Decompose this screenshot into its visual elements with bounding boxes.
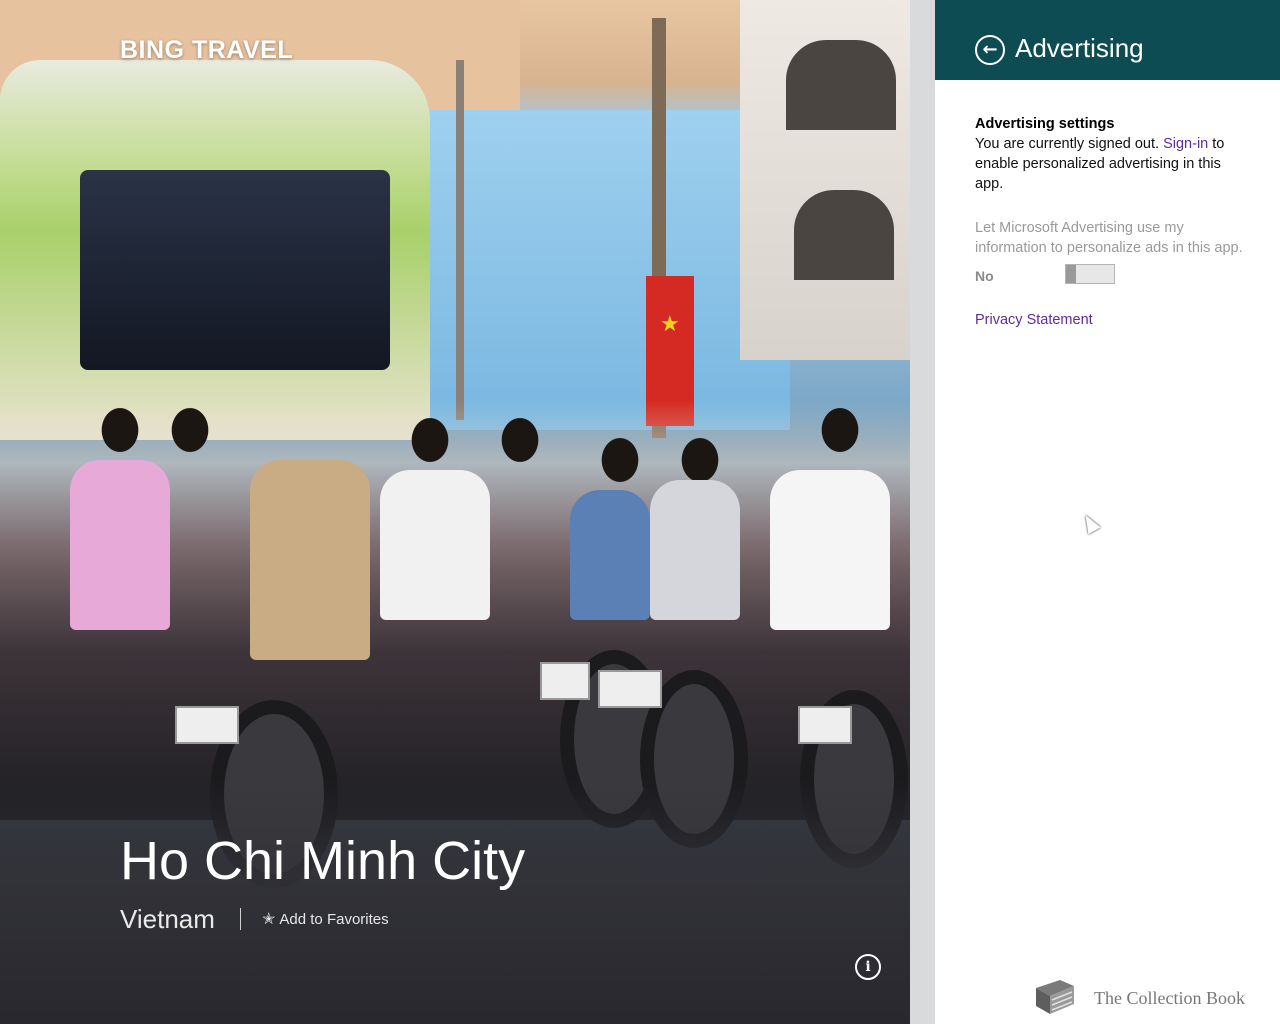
city-title: Ho Chi Minh City	[120, 831, 526, 891]
book-icon	[1036, 980, 1074, 1014]
personalize-ads-toggle[interactable]	[1065, 264, 1115, 284]
privacy-statement-link[interactable]: Privacy Statement	[975, 310, 1245, 330]
sign-in-link[interactable]: Sign-in	[1163, 136, 1208, 152]
add-to-favorites-button[interactable]: ✭ Add to Favorites	[262, 909, 389, 929]
flyout-header: ← Advertising	[935, 0, 1280, 80]
bus	[0, 60, 430, 440]
road	[0, 780, 910, 1024]
toggle-state-label: No	[975, 268, 994, 284]
divider	[240, 908, 241, 930]
settings-flyout: ← Advertising Advertising settings You a…	[935, 0, 1280, 1024]
advertising-settings-panel: Advertising settings You are currently s…	[975, 114, 1245, 330]
watermark-text: The Collection Book	[1094, 988, 1245, 1008]
personalize-ads-label: Let Microsoft Advertising use my informa…	[975, 220, 1243, 256]
back-arrow-icon[interactable]: ←	[975, 35, 1005, 65]
white-building	[740, 0, 910, 360]
utility-pole	[456, 60, 464, 420]
toggle-thumb	[1066, 265, 1076, 283]
country-label: Vietnam	[120, 904, 215, 934]
watermark: The Collection Book	[1030, 976, 1270, 1022]
background-strip	[910, 0, 935, 1024]
flyout-title: Advertising	[1015, 33, 1144, 63]
add-to-favorites-label: Add to Favorites	[279, 911, 389, 928]
signed-out-message: You are currently signed out. Sign-in to…	[975, 134, 1245, 194]
signed-out-text: You are currently signed out.	[975, 136, 1164, 152]
personalize-toggle-row: No	[975, 264, 1245, 288]
app-title: BING TRAVEL	[120, 36, 294, 64]
info-icon[interactable]: i	[855, 954, 881, 980]
crowd-of-motorbikes	[0, 400, 910, 888]
star-icon: ✭	[262, 911, 276, 928]
section-title: Advertising settings	[975, 116, 1115, 132]
